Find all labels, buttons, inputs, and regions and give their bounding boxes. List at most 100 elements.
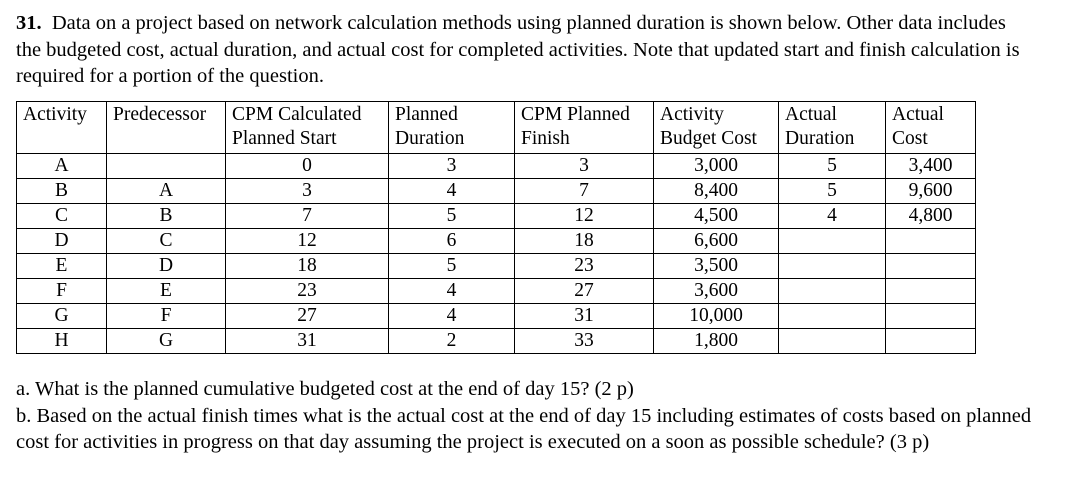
- column-header-cpm-planned-finish-line2: Finish: [521, 128, 570, 149]
- cell-actual-cost: [885, 253, 976, 279]
- project-data-table: Activity Predecessor CPM Calculated Plan…: [16, 101, 976, 354]
- cell-actual-duration: [778, 253, 886, 279]
- sub-question-a: a. What is the planned cumulative budget…: [16, 378, 634, 400]
- column-header-cpm-planned-start-line2: Planned Start: [232, 128, 337, 149]
- column-header-actual-duration: Actual Duration: [778, 101, 886, 154]
- table-row: E D 18 5 23 3,500: [16, 253, 976, 279]
- column-header-cpm-planned-finish-line1: CPM Planned: [521, 104, 630, 125]
- cell-planned-duration: 4: [388, 303, 515, 329]
- column-header-cpm-planned-start-line1: CPM Calculated: [232, 104, 362, 125]
- cell-activity: F: [16, 278, 107, 304]
- cell-activity: E: [16, 253, 107, 279]
- cell-activity-budget-cost: 1,800: [653, 328, 779, 354]
- cell-predecessor: B: [106, 203, 226, 229]
- cell-planned-duration: 2: [388, 328, 515, 354]
- cell-predecessor: F: [106, 303, 226, 329]
- cell-activity: D: [16, 228, 107, 254]
- column-header-predecessor: Predecessor: [106, 101, 226, 154]
- column-header-cpm-planned-finish: CPM Planned Finish: [514, 101, 654, 154]
- question-intro-text: Data on a project based on network calcu…: [16, 12, 1020, 87]
- column-header-activity: Activity: [16, 101, 107, 154]
- cell-cpm-planned-finish: 23: [514, 253, 654, 279]
- cell-cpm-planned-start: 0: [225, 153, 389, 179]
- cell-activity: A: [16, 153, 107, 179]
- cell-cpm-planned-finish: 7: [514, 178, 654, 204]
- cell-planned-duration: 4: [388, 178, 515, 204]
- table-row: G F 27 4 31 10,000: [16, 303, 976, 329]
- cell-cpm-planned-start: 18: [225, 253, 389, 279]
- column-header-activity-line1: Activity: [23, 104, 87, 125]
- cell-activity: B: [16, 178, 107, 204]
- table-header: Activity Predecessor CPM Calculated Plan…: [16, 101, 976, 154]
- cell-planned-duration: 5: [388, 203, 515, 229]
- cell-actual-cost: [885, 303, 976, 329]
- cell-actual-duration: [778, 278, 886, 304]
- cell-cpm-planned-start: 27: [225, 303, 389, 329]
- cell-activity-budget-cost: 8,400: [653, 178, 779, 204]
- cell-activity-budget-cost: 6,600: [653, 228, 779, 254]
- cell-cpm-planned-start: 12: [225, 228, 389, 254]
- column-header-actual-duration-line1: Actual: [785, 104, 837, 125]
- cell-planned-duration: 5: [388, 253, 515, 279]
- sub-question-b: b. Based on the actual finish times what…: [16, 404, 1032, 454]
- cell-actual-cost: 3,400: [885, 153, 976, 179]
- cell-cpm-planned-start: 31: [225, 328, 389, 354]
- sub-questions: a. What is the planned cumulative budget…: [16, 376, 1036, 456]
- column-header-cpm-planned-start: CPM Calculated Planned Start: [225, 101, 389, 154]
- cell-activity-budget-cost: 3,000: [653, 153, 779, 179]
- cell-planned-duration: 4: [388, 278, 515, 304]
- table-row: B A 3 4 7 8,400 5 9,600: [16, 178, 976, 204]
- cell-predecessor: D: [106, 253, 226, 279]
- cell-actual-duration: [778, 303, 886, 329]
- table-row: A 0 3 3 3,000 5 3,400: [16, 153, 976, 179]
- column-header-planned-duration: Planned Duration: [388, 101, 515, 154]
- cell-actual-duration: 4: [778, 203, 886, 229]
- question-number: 31: [16, 12, 37, 34]
- column-header-activity-budget-cost: Activity Budget Cost: [653, 101, 779, 154]
- cell-cpm-planned-finish: 33: [514, 328, 654, 354]
- cell-actual-duration: [778, 328, 886, 354]
- cell-planned-duration: 3: [388, 153, 515, 179]
- column-header-actual-cost-line2: Cost: [892, 128, 928, 149]
- column-header-activity-budget-cost-line2: Budget Cost: [660, 128, 757, 149]
- cell-actual-cost: 4,800: [885, 203, 976, 229]
- cell-predecessor: [106, 153, 226, 179]
- cell-actual-duration: [778, 228, 886, 254]
- column-header-activity-budget-cost-line1: Activity: [660, 104, 724, 125]
- cell-cpm-planned-finish: 31: [514, 303, 654, 329]
- column-header-predecessor-line1: Predecessor: [113, 104, 207, 125]
- table-row: D C 12 6 18 6,600: [16, 228, 976, 254]
- cell-cpm-planned-finish: 27: [514, 278, 654, 304]
- cell-activity: H: [16, 328, 107, 354]
- column-header-actual-cost-line1: Actual: [892, 104, 944, 125]
- question-intro-paragraph: 31. Data on a project based on network c…: [16, 10, 1026, 90]
- question-number-suffix: .: [36, 12, 42, 34]
- cell-activity-budget-cost: 3,600: [653, 278, 779, 304]
- cell-cpm-planned-finish: 18: [514, 228, 654, 254]
- cell-cpm-planned-finish: 3: [514, 153, 654, 179]
- cell-cpm-planned-start: 3: [225, 178, 389, 204]
- table-body: A 0 3 3 3,000 5 3,400 B A 3 4 7 8,400 5: [16, 153, 976, 354]
- cell-actual-cost: 9,600: [885, 178, 976, 204]
- cell-activity-budget-cost: 3,500: [653, 253, 779, 279]
- cell-predecessor: C: [106, 228, 226, 254]
- cell-actual-duration: 5: [778, 178, 886, 204]
- table-row: H G 31 2 33 1,800: [16, 328, 976, 354]
- column-header-actual-duration-line2: Duration: [785, 128, 855, 149]
- column-header-actual-cost: Actual Cost: [885, 101, 976, 154]
- document-page: 31. Data on a project based on network c…: [0, 0, 1077, 500]
- project-data-table-wrapper: Activity Predecessor CPM Calculated Plan…: [16, 101, 976, 354]
- cell-predecessor: E: [106, 278, 226, 304]
- column-header-planned-duration-line2: Duration: [395, 128, 465, 149]
- cell-cpm-planned-start: 23: [225, 278, 389, 304]
- cell-predecessor: A: [106, 178, 226, 204]
- cell-actual-cost: [885, 278, 976, 304]
- table-row: C B 7 5 12 4,500 4 4,800: [16, 203, 976, 229]
- cell-actual-cost: [885, 228, 976, 254]
- cell-cpm-planned-finish: 12: [514, 203, 654, 229]
- cell-actual-cost: [885, 328, 976, 354]
- cell-planned-duration: 6: [388, 228, 515, 254]
- column-header-planned-duration-line1: Planned: [395, 104, 458, 125]
- cell-cpm-planned-start: 7: [225, 203, 389, 229]
- cell-activity: G: [16, 303, 107, 329]
